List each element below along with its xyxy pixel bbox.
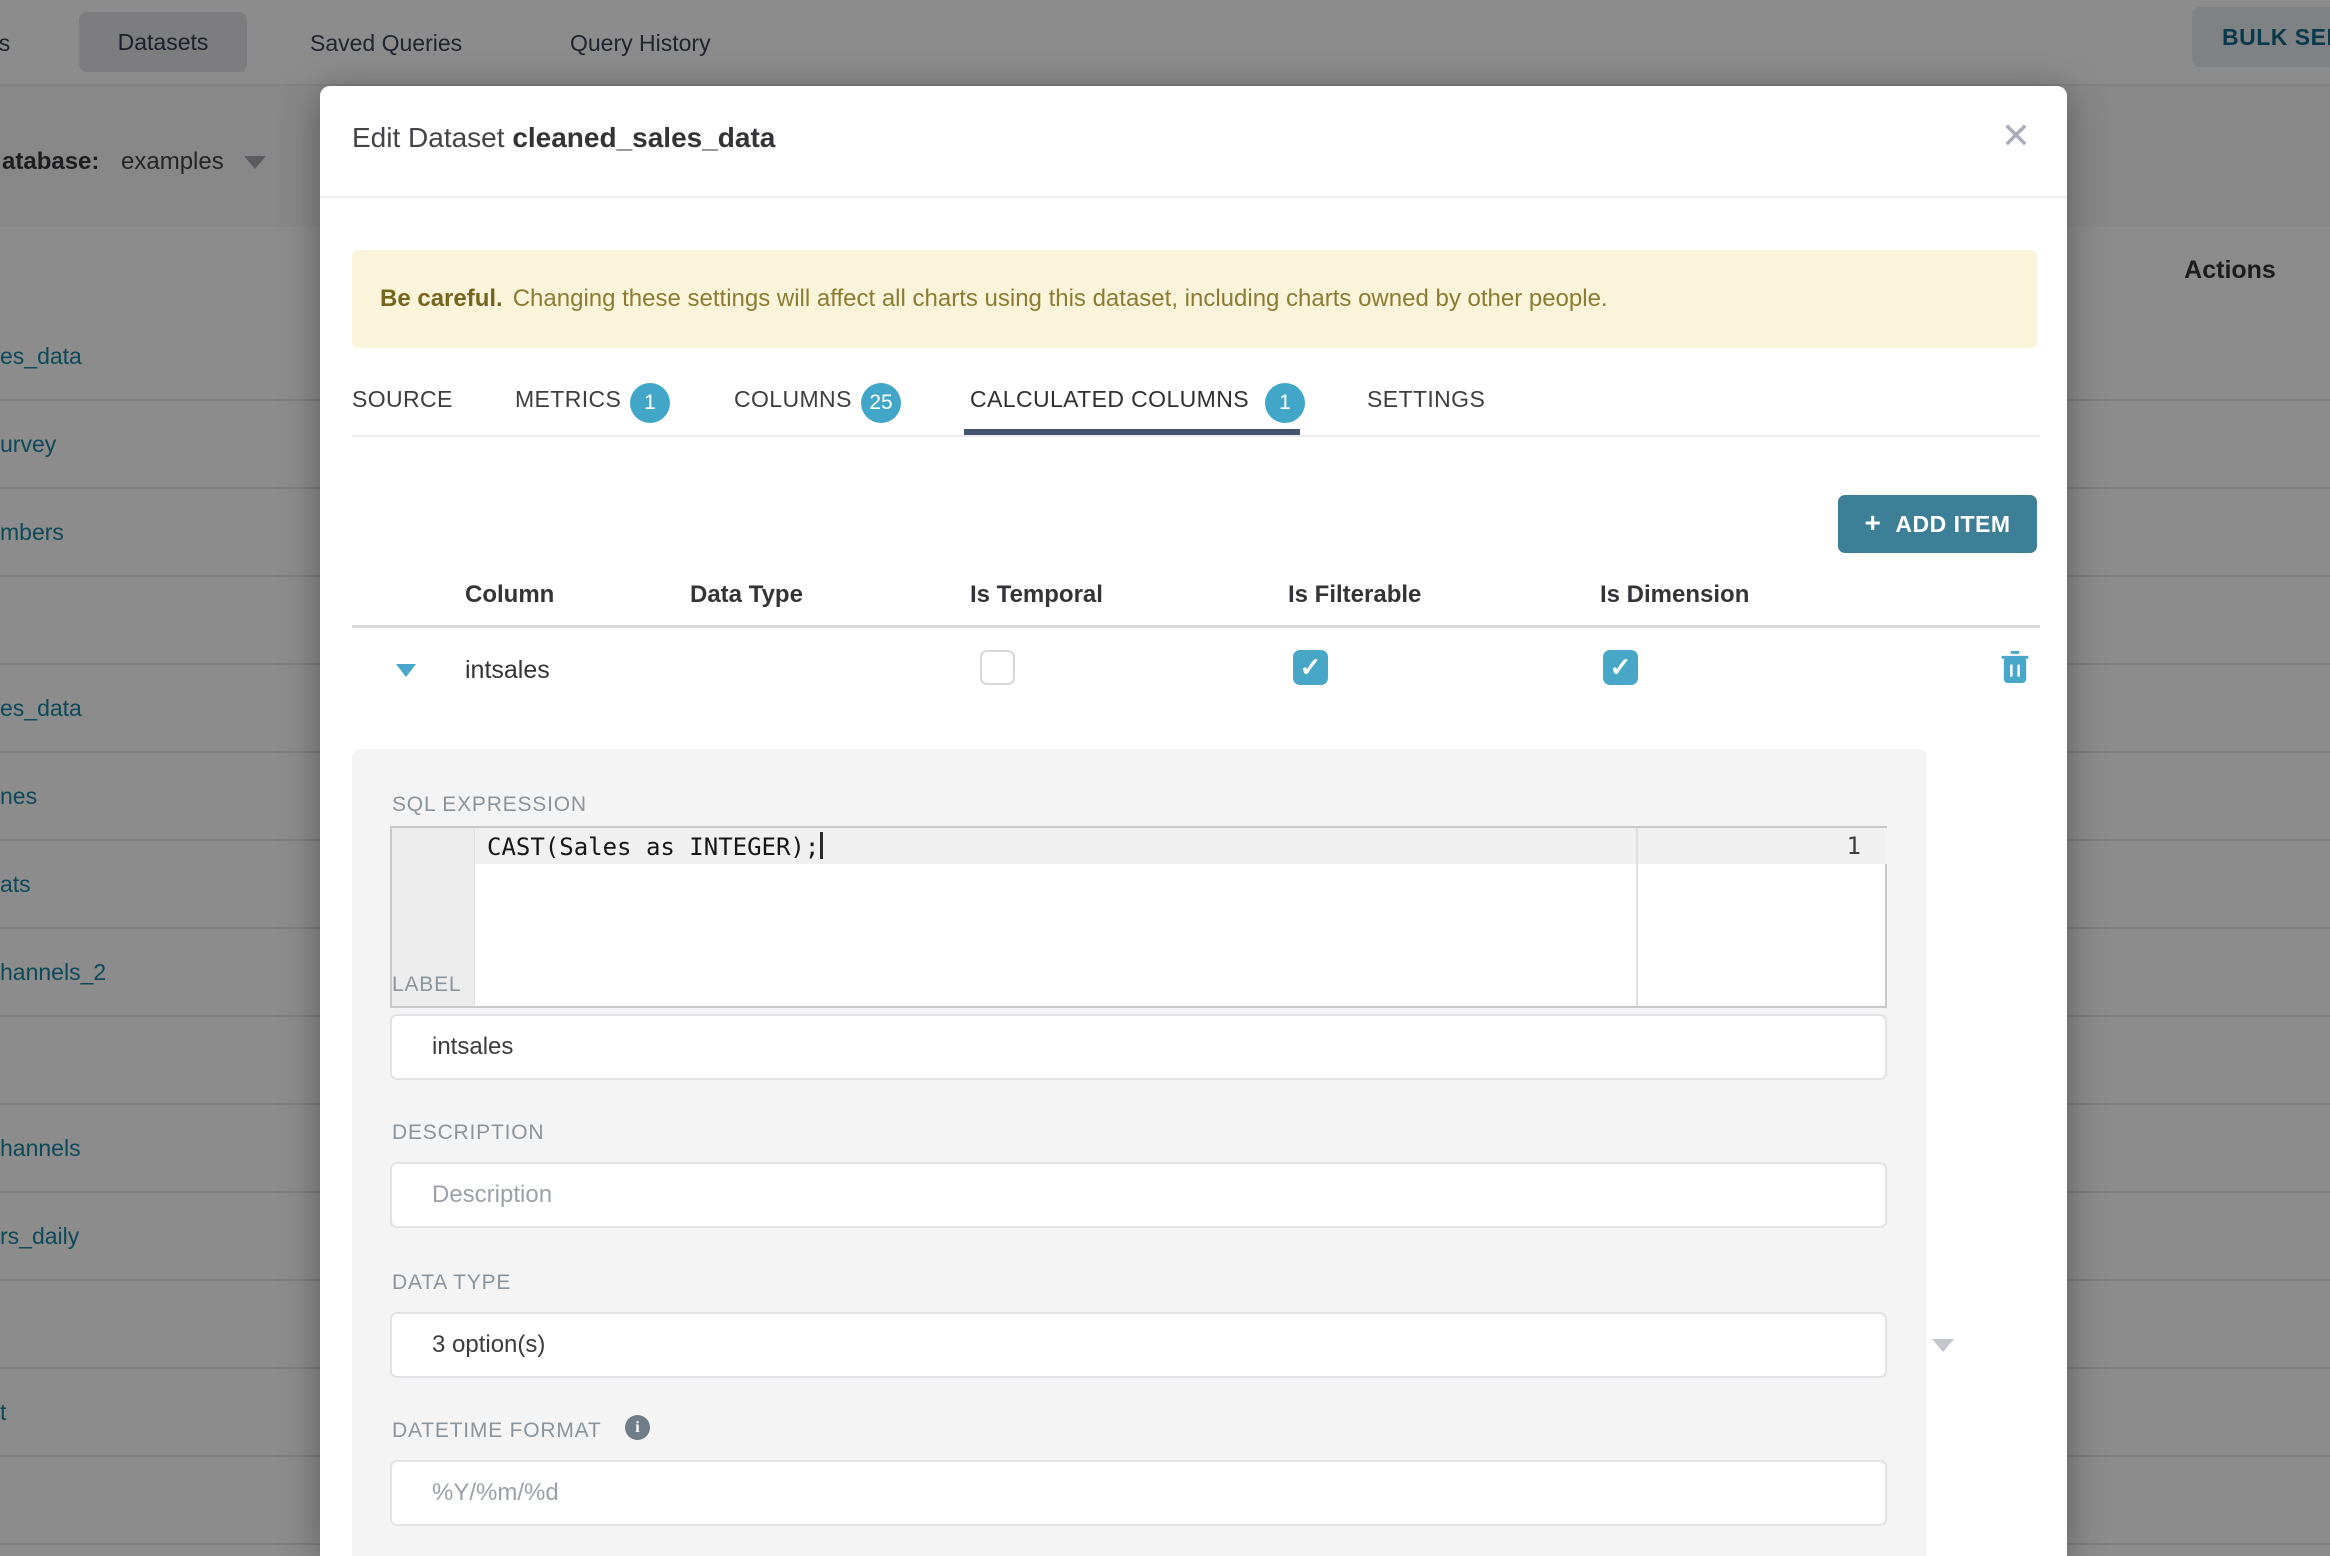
tab-columns[interactable]: COLUMNS xyxy=(734,382,852,416)
is-filterable-checkbox[interactable]: ✓ xyxy=(1293,650,1328,685)
label-field-label: LABEL xyxy=(392,973,462,996)
add-item-button[interactable]: + ADD ITEM xyxy=(1838,495,2037,553)
trash-icon[interactable] xyxy=(2000,650,2030,684)
data-type-select[interactable]: 3 option(s) xyxy=(390,1312,1954,1378)
editor-print-margin xyxy=(1636,828,1638,1006)
warning-banner: Be careful. Changing these settings will … xyxy=(352,250,2037,348)
info-icon[interactable]: i xyxy=(625,1415,650,1440)
sql-code: CAST(Sales as INTEGER); xyxy=(487,833,820,861)
header-is-dimension: Is Dimension xyxy=(1600,581,1750,608)
data-type-value: 3 option(s) xyxy=(432,1331,546,1358)
edit-dataset-modal: Edit Dataset cleaned_sales_data ✕ Be car… xyxy=(320,86,2067,1556)
data-type-field-label: DATA TYPE xyxy=(392,1271,512,1294)
tab-source[interactable]: SOURCE xyxy=(352,382,453,416)
check-icon: ✓ xyxy=(1299,652,1322,682)
header-is-filterable: Is Filterable xyxy=(1288,581,1422,608)
editor-line-number: 1 xyxy=(1846,832,1861,860)
sql-code-text: CAST(Sales as INTEGER); xyxy=(487,832,824,861)
tab-metrics[interactable]: METRICS xyxy=(515,382,621,416)
text-cursor xyxy=(820,832,824,859)
header-column: Column xyxy=(465,581,555,608)
check-icon: ✓ xyxy=(1609,652,1632,682)
description-field-label: DESCRIPTION xyxy=(392,1121,545,1144)
tab-settings[interactable]: SETTINGS xyxy=(1367,382,1485,416)
modal-title-prefix: Edit Dataset xyxy=(352,122,513,153)
sql-expression-label: SQL EXPRESSION xyxy=(392,793,587,816)
close-icon[interactable]: ✕ xyxy=(1988,108,2044,164)
modal-title: Edit Dataset cleaned_sales_data xyxy=(352,122,775,154)
add-item-label: ADD ITEM xyxy=(1895,510,2011,537)
expand-caret-icon[interactable] xyxy=(396,664,416,677)
calculated-columns-count-badge: 1 xyxy=(1265,383,1305,423)
warning-text: Changing these settings will affect all … xyxy=(512,285,1608,312)
datasets-page: es Datasets Saved Queries Query History … xyxy=(0,0,2330,1556)
header-is-temporal: Is Temporal xyxy=(970,581,1103,608)
warning-bold-text: Be careful. xyxy=(380,285,503,312)
chevron-down-icon xyxy=(1932,1338,1954,1352)
label-input[interactable] xyxy=(390,1014,1887,1080)
table-header-divider xyxy=(352,625,2040,628)
sql-expression-editor[interactable]: 1 CAST(Sales as INTEGER); xyxy=(390,826,1887,1008)
datetime-format-field-label: DATETIME FORMAT xyxy=(392,1419,602,1442)
tab-calculated-columns[interactable]: CALCULATED COLUMNS xyxy=(970,382,1249,416)
calculated-column-name: intsales xyxy=(465,656,550,684)
is-temporal-checkbox[interactable] xyxy=(980,650,1015,685)
modal-title-dataset-name: cleaned_sales_data xyxy=(512,122,776,153)
plus-icon: + xyxy=(1864,507,1882,538)
modal-header: Edit Dataset cleaned_sales_data ✕ xyxy=(320,86,2067,198)
metrics-count-badge: 1 xyxy=(630,383,670,423)
description-input[interactable] xyxy=(390,1162,1887,1228)
header-data-type: Data Type xyxy=(690,581,803,608)
is-dimension-checkbox[interactable]: ✓ xyxy=(1603,650,1638,685)
tabs-divider xyxy=(352,435,2040,437)
columns-count-badge: 25 xyxy=(861,383,901,423)
datetime-format-input[interactable] xyxy=(390,1460,1887,1526)
